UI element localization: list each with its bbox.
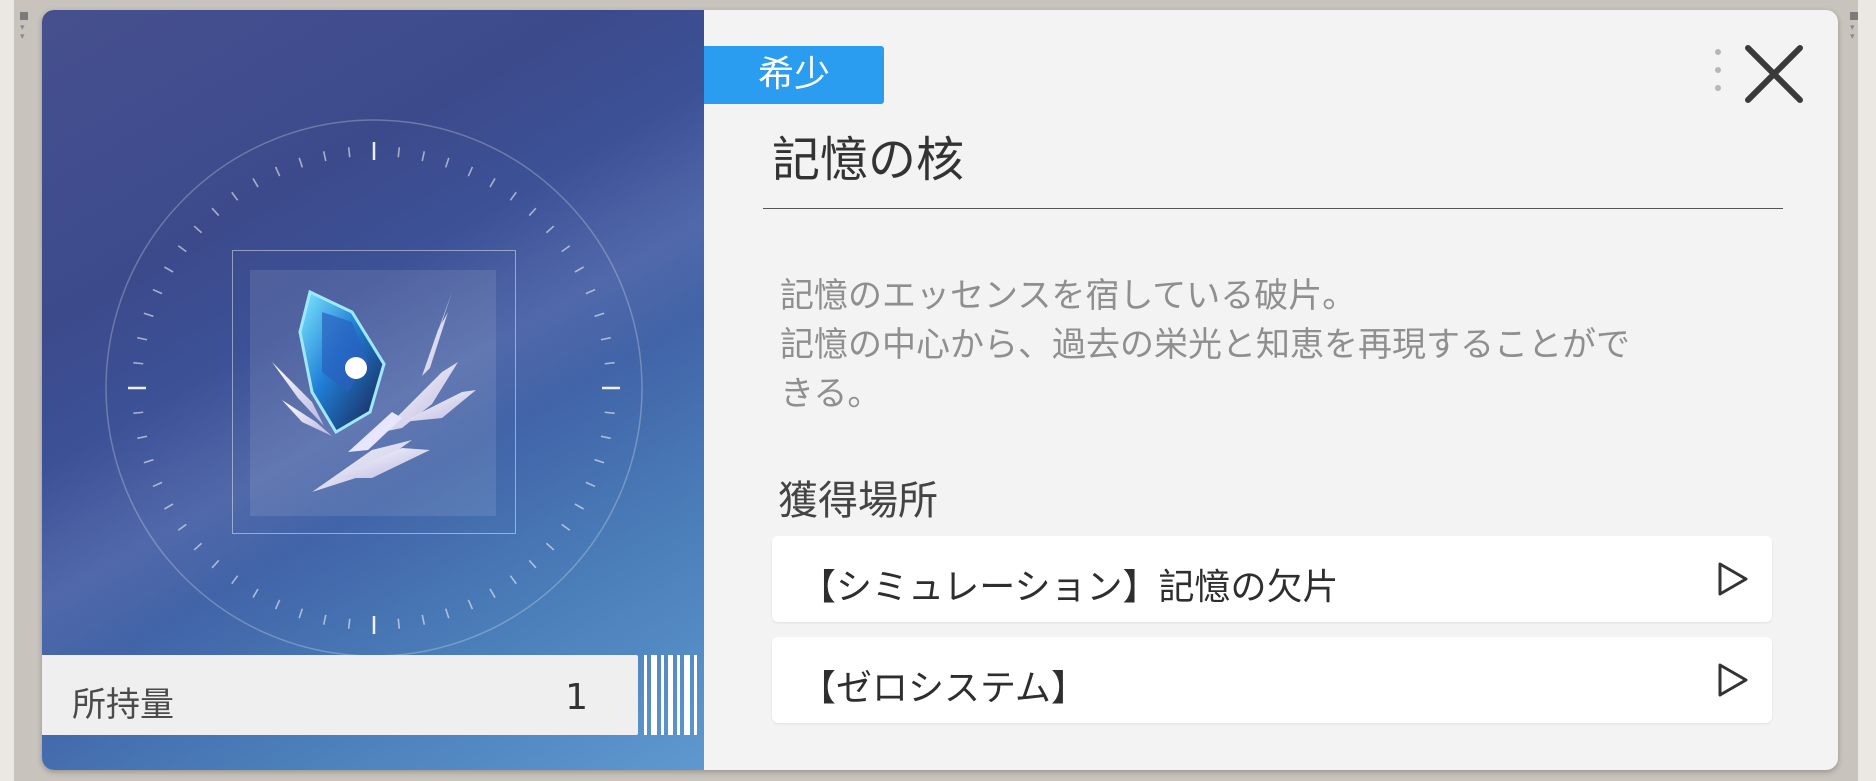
barcode-decoration: [644, 655, 697, 735]
close-icon[interactable]: [1738, 38, 1810, 110]
quantity-label: 所持量: [72, 685, 174, 725]
resize-handle-icon[interactable]: [20, 12, 28, 20]
dial-tick: [489, 588, 496, 598]
dial-tick: [489, 178, 496, 188]
dial-tick: [509, 575, 517, 585]
dial-tick: [231, 575, 239, 585]
play-icon: [1718, 562, 1748, 596]
dial-tick: [594, 312, 605, 318]
dial-tick: [298, 608, 304, 619]
dial-tick: [133, 361, 144, 365]
dial-tick: [322, 151, 327, 162]
item-description: 記憶のエッセンスを宿している破片。 記憶の中心から、過去の栄光と知恵を再現するこ…: [780, 272, 1760, 419]
dial-tick: [528, 559, 537, 569]
dial-tick: [143, 458, 154, 464]
dial-tick: [211, 207, 220, 217]
dial-tick: [585, 288, 596, 295]
dial-tick: [177, 523, 187, 531]
dial-tick: [347, 618, 351, 629]
dial-tick: [274, 166, 281, 177]
description-line: 記憶の中心から、過去の栄光と知恵を再現することがで: [780, 325, 1630, 365]
background-right-edge: [1858, 0, 1876, 781]
acquisition-heading: 獲得場所: [778, 478, 938, 524]
memory-core-crystal-icon: [272, 289, 476, 492]
dial-tick: [177, 245, 187, 253]
resize-handle-icon[interactable]: [1850, 12, 1858, 20]
dial-tick: [252, 178, 259, 188]
dial-tick: [231, 191, 239, 201]
dial-tick: [594, 458, 605, 464]
dial-tick: [152, 481, 163, 488]
dial-tick: [528, 207, 537, 217]
dial-tick: [604, 361, 615, 365]
item-name: 記憶の核: [772, 132, 965, 188]
background-left-edge: [0, 0, 14, 781]
dial-tick: [545, 542, 555, 551]
quantity-value: 1: [565, 677, 588, 718]
dial-tick: [397, 147, 401, 158]
resize-arrows-icon: ▾ ▾: [1850, 23, 1855, 42]
dial-tick: [143, 312, 154, 318]
dial-tick: [545, 225, 555, 234]
description-line: きる。: [780, 374, 882, 414]
dial-tick: [574, 266, 584, 273]
dial-tick: [604, 411, 615, 415]
rarity-badge: 希少: [704, 46, 884, 104]
quantity-bar: 所持量 1: [42, 655, 638, 735]
dial-tick: [444, 157, 450, 168]
dial-tick: [322, 614, 327, 625]
dial-tick: [133, 411, 144, 415]
dial-tick: [600, 435, 611, 440]
dial-tick: [347, 147, 351, 158]
dial-tick: [467, 166, 474, 177]
resize-arrows-icon: ▾ ▾: [20, 23, 25, 42]
dial-tick: [467, 599, 474, 610]
dial-tick: [444, 608, 450, 619]
dial-tick: [193, 542, 203, 551]
dial-tick: [252, 588, 259, 598]
dial-tick: [561, 245, 571, 253]
dial-tick: [137, 336, 148, 341]
source-label: 【ゼロシステム】: [800, 668, 1087, 709]
dial-tick: [600, 336, 611, 341]
play-icon: [1718, 663, 1748, 697]
dial-tick: [193, 225, 203, 234]
dial-tick: [152, 288, 163, 295]
dial-tick: [585, 481, 596, 488]
dial-tick: [574, 503, 584, 510]
acquisition-source-simulation[interactable]: 【シミュレーション】記憶の欠片: [772, 536, 1772, 622]
dial-tick: [397, 618, 401, 629]
dial-tick: [509, 191, 517, 201]
description-line: 記憶のエッセンスを宿している破片。: [780, 276, 1357, 316]
title-divider: [763, 208, 1783, 209]
dial-tick: [421, 151, 426, 162]
dial-tick: [421, 614, 426, 625]
source-label: 【シミュレーション】記憶の欠片: [800, 567, 1339, 608]
item-detail-dialog: 所持量 1 希少 記憶の核 記憶のエッセンスを宿している破片。 記憶の中心から、…: [42, 10, 1838, 770]
menu-dots-icon[interactable]: [1714, 48, 1722, 92]
dial-tick: [298, 157, 304, 168]
dial-tick: [561, 523, 571, 531]
dial-tick: [211, 559, 220, 569]
dial-tick: [137, 435, 148, 440]
dial-tick: [274, 599, 281, 610]
acquisition-source-zero-system[interactable]: 【ゼロシステム】: [772, 637, 1772, 723]
dial-tick: [164, 266, 174, 273]
dial-tick: [164, 503, 174, 510]
